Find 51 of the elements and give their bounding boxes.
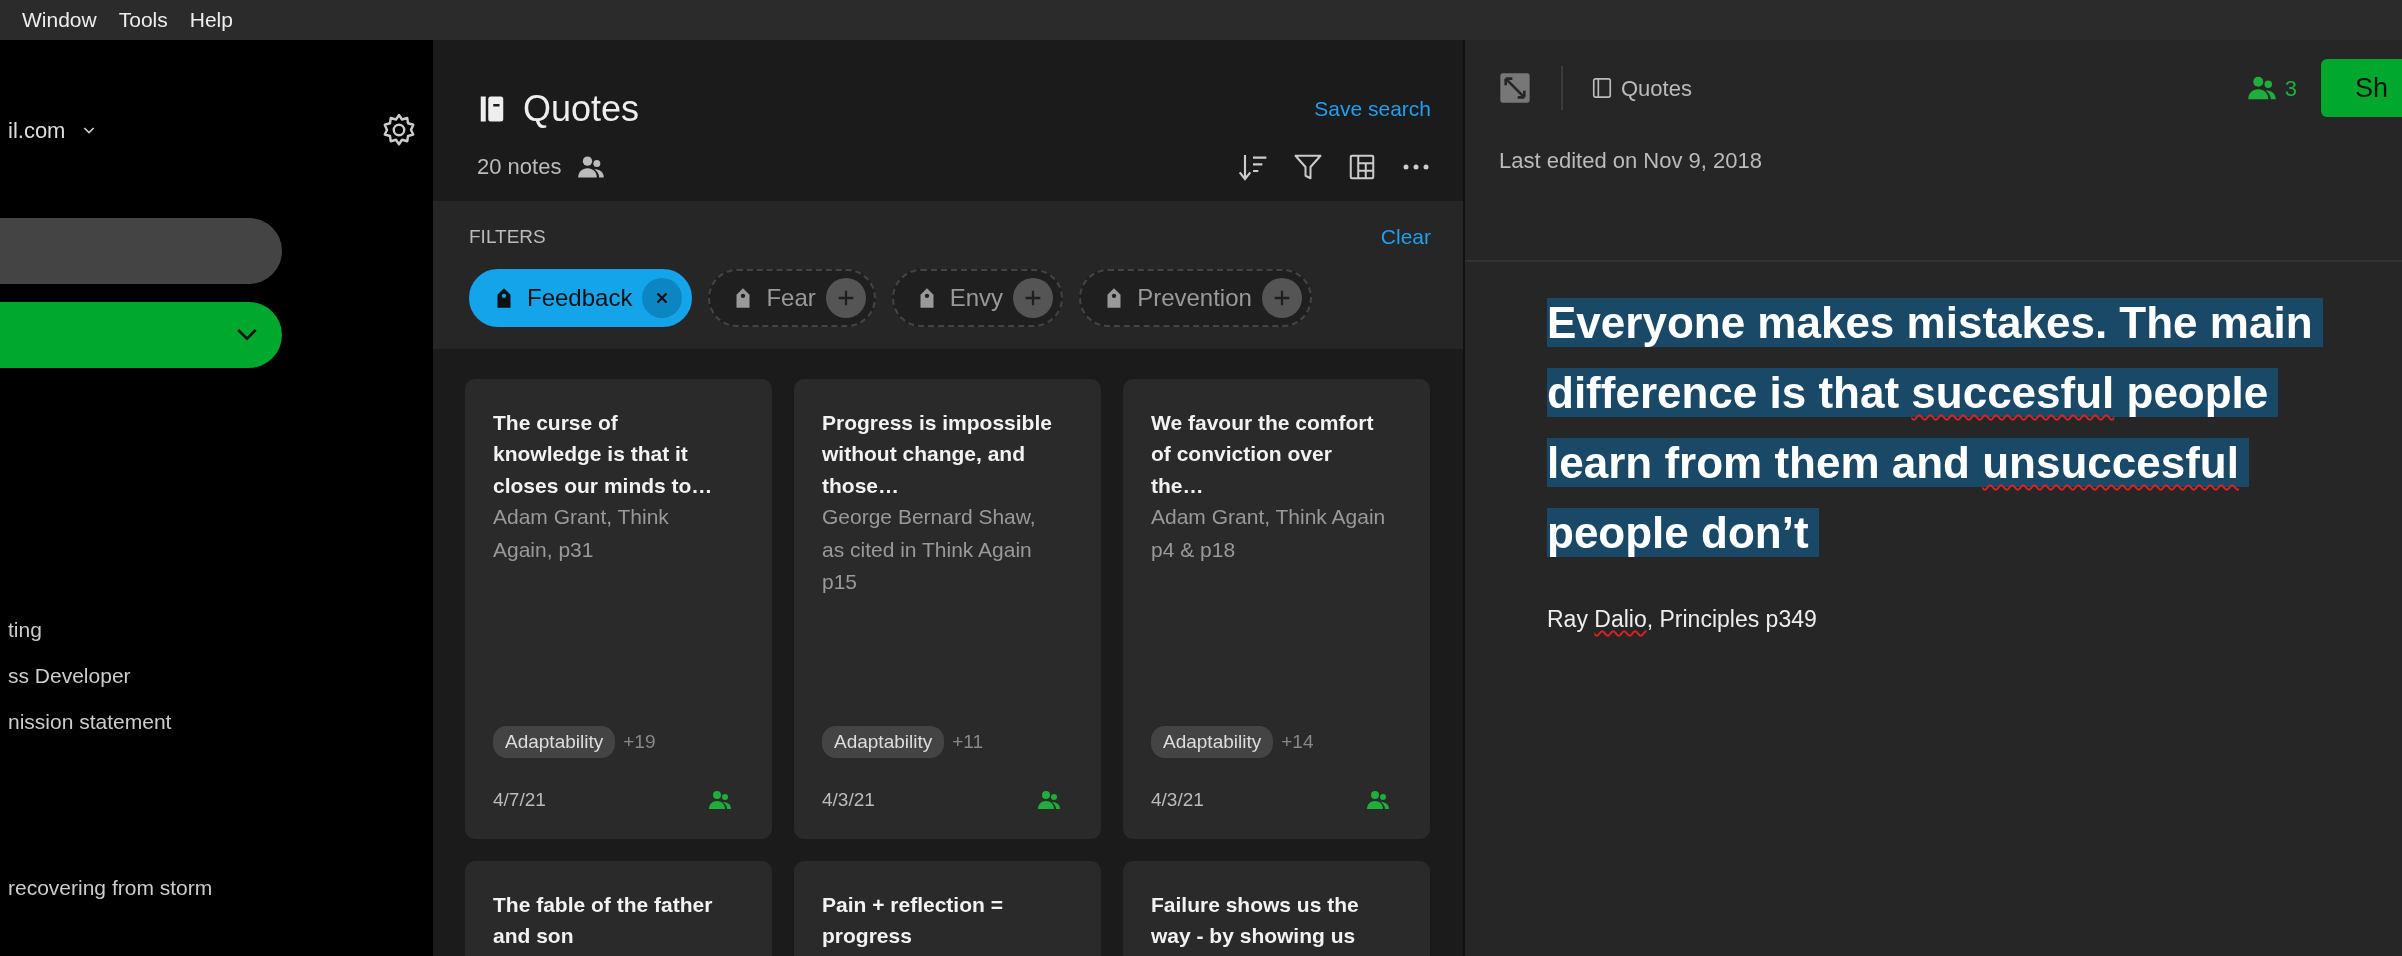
sidebar-item[interactable]: ss Developer <box>8 660 131 706</box>
note-date: 4/7/21 <box>493 788 546 812</box>
note-title: Pain + reflection = progress <box>822 891 1004 949</box>
note-date: 4/3/21 <box>822 788 875 812</box>
tag-label[interactable]: Adaptability <box>822 725 945 758</box>
sidebar-item[interactable]: recovering from storm <box>8 872 213 918</box>
notebook-icon <box>1591 77 1613 99</box>
tag-chip[interactable]: Fear <box>708 268 876 327</box>
note-title: Progress is impossible without change, and those… <box>822 409 1053 499</box>
more-tags-count: +11 <box>952 729 984 754</box>
note-author: Adam Grant, Think Again p4 & p18 <box>1151 504 1387 563</box>
menu-item[interactable]: Window <box>22 4 97 36</box>
share-button[interactable]: Sh <box>2320 59 2402 117</box>
save-search-link[interactable]: Save search <box>1314 93 1431 125</box>
menu-item[interactable]: Help <box>189 4 233 36</box>
filters-label: FILTERS <box>469 224 546 249</box>
account-email[interactable]: il.com <box>8 113 66 147</box>
sidebar-item[interactable]: nission statement <box>8 706 172 752</box>
note-card[interactable]: Failure shows us the way - by showing us <box>1123 860 1430 956</box>
search-field[interactable] <box>0 218 282 284</box>
note-count: 20 notes <box>477 153 562 181</box>
more-tags-count: +19 <box>623 729 656 754</box>
tag-label[interactable]: Adaptability <box>493 725 616 758</box>
note-author: George Bernard Shaw, as cited in Think Again p15 <box>822 504 1037 596</box>
tag-label[interactable]: Adaptability <box>1151 725 1274 758</box>
note-card[interactable]: Pain + reflection = progress <box>794 860 1101 956</box>
sidebar-item[interactable]: ting <box>8 614 42 660</box>
note-title: The curse of knowledge is that it closes our minds to… <box>493 409 714 499</box>
note-author: Adam Grant, Think Again, p31 <box>493 504 670 563</box>
menu-item[interactable]: Tools <box>118 4 168 36</box>
shared-count[interactable]: 3 <box>2246 71 2297 105</box>
notebook-link[interactable]: Quotes <box>1591 71 1692 105</box>
more-tags-count: +14 <box>1281 729 1314 754</box>
tag-chip[interactable]: Prevention <box>1079 268 1312 327</box>
note-title: Failure shows us the way - by showing us <box>1151 891 1360 949</box>
note-card[interactable]: Progress is impossible without change, and those… George Bernard Shaw, as cited in Think Again p15 Adaptability +11 4/3/21 <box>794 378 1101 839</box>
clear-link[interactable]: Clear <box>1380 221 1431 253</box>
note-title: The fable of the father and son <box>493 891 714 949</box>
quote-source: Ray Dalio, Principles p349 <box>1547 605 1817 634</box>
note-date: 4/3/21 <box>1151 788 1204 812</box>
new-button[interactable] <box>0 302 282 368</box>
note-title: We favour the comfort of conviction over the… <box>1151 409 1375 499</box>
note-card[interactable]: The fable of the father and son <box>465 860 772 956</box>
settings-icon[interactable] <box>381 112 417 148</box>
note-card[interactable]: We favour the comfort of conviction over the… Adam Grant, Think Again p4 & p18 Adaptability +14 4/3/21 <box>1123 378 1430 839</box>
note-card[interactable]: The curse of knowledge is that it closes our minds to… Adam Grant, Think Again, p31 Adaptability +19 4/7/21 <box>465 378 772 839</box>
tag-chip[interactable]: Feedback <box>469 268 693 327</box>
tag-chip[interactable]: Envy <box>891 268 1064 327</box>
notebook-title: Quotes <box>523 87 640 131</box>
expand-icon[interactable] <box>1499 72 1531 104</box>
last-edited-text: Last edited on Nov 9, 2018 <box>1465 136 2402 262</box>
